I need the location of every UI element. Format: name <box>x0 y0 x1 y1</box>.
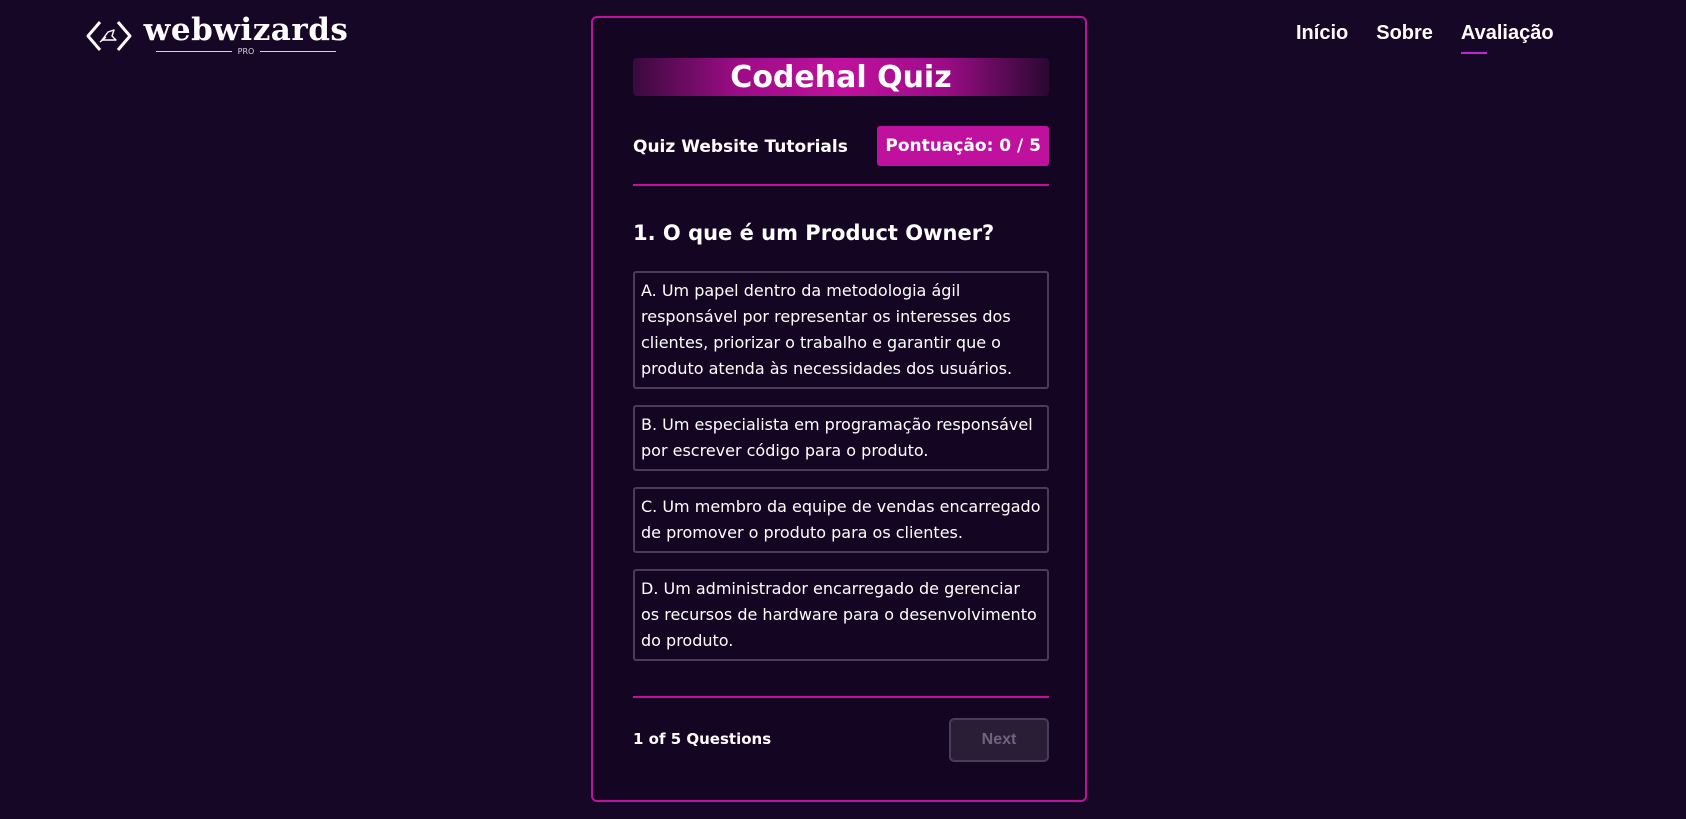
nav-link-inicio[interactable]: Início <box>1296 22 1348 45</box>
score-badge: Pontuação: 0 / 5 <box>877 126 1049 166</box>
logo-name: webwizards <box>143 12 349 48</box>
quiz-card: Codehal Quiz Quiz Website Tutorials Pont… <box>591 16 1087 802</box>
nav-link-avaliacao[interactable]: Avaliação <box>1460 22 1554 54</box>
question-counter: 1 of 5 Questions <box>633 730 772 748</box>
logo-sub: PRO <box>156 45 336 57</box>
question-text: 1. O que é um Product Owner? <box>633 221 995 245</box>
option-b[interactable]: B. Um especialista em programação respon… <box>633 405 1049 471</box>
option-a[interactable]: A. Um papel dentro da metodologia ágil r… <box>633 271 1049 389</box>
main-nav: Início Sobre Avaliação <box>1296 22 1554 54</box>
option-d[interactable]: D. Um administrador encarregado de geren… <box>633 569 1049 661</box>
quiz-title: Codehal Quiz <box>633 58 1049 96</box>
code-brackets-wizard-icon <box>86 21 132 51</box>
quiz-footer: 1 of 5 Questions Next <box>633 696 1049 786</box>
quiz-header: Quiz Website Tutorials Pontuação: 0 / 5 <box>633 126 1049 186</box>
option-c[interactable]: C. Um membro da equipe de vendas encarre… <box>633 487 1049 553</box>
logo-wordmark: webwizards PRO <box>144 15 348 57</box>
option-list: A. Um papel dentro da metodologia ágil r… <box>633 271 1049 677</box>
next-button[interactable]: Next <box>949 718 1049 762</box>
quiz-subtitle: Quiz Website Tutorials <box>633 137 848 157</box>
nav-link-sobre[interactable]: Sobre <box>1376 22 1433 45</box>
logo[interactable]: webwizards PRO <box>86 15 348 57</box>
